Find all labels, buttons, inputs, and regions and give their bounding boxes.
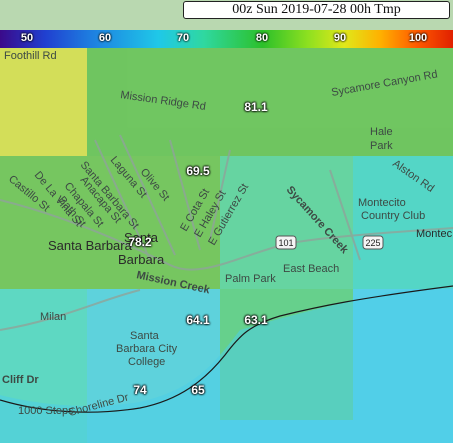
steps-label: 1000 Steps: [18, 405, 74, 417]
palm-park-label: Palm Park: [225, 273, 276, 285]
scale-tick-label: 90: [333, 32, 347, 44]
scale-tick-label: 70: [176, 32, 190, 44]
temperature-value: 81.1: [244, 100, 268, 114]
foothill-rd-label: Foothill Rd: [4, 50, 57, 62]
sbcc-label-1: Santa: [130, 330, 160, 342]
scale-tick-label: 100: [408, 32, 428, 44]
montecito-country-club-label-2: Country Club: [361, 210, 425, 222]
sbcc-label-3: College: [128, 356, 165, 368]
scale-tick-label: 80: [255, 32, 269, 44]
temperature-value: 74: [133, 383, 147, 397]
temperature-value: 64.1: [186, 313, 210, 327]
temperature-value: 65: [191, 383, 205, 397]
map-title: 00z Sun 2019-07-28 00h Tmp: [183, 1, 450, 19]
montecito-country-club-label-1: Montecito: [358, 197, 406, 209]
cliff-dr-label: Cliff Dr: [2, 374, 39, 386]
grid-cell: [0, 48, 87, 156]
highway-225-shield: 225: [362, 235, 384, 250]
temperature-value: 69.5: [186, 164, 210, 178]
milan-label: Milan: [40, 311, 66, 323]
east-beach-label: East Beach: [283, 263, 339, 275]
montecito-label: Montec: [416, 228, 453, 240]
highway-101-number: 101: [278, 238, 293, 248]
temperature-value: 78.2: [128, 235, 152, 249]
temperature-color-scale: 50 60 70 80 90 100: [0, 30, 453, 48]
highway-101-shield: 101: [275, 235, 297, 250]
barbara-label: Barbara: [118, 252, 165, 267]
temperature-value: 63.1: [244, 313, 268, 327]
santa-barbara-label: Santa Barbara: [48, 238, 133, 253]
hale-park-label-2: Park: [370, 140, 393, 152]
scale-tick-label: 50: [20, 32, 34, 44]
hale-park-label-1: Hale: [370, 126, 393, 138]
scale-tick-label: 60: [98, 32, 112, 44]
highway-225-number: 225: [365, 238, 380, 248]
sbcc-label-2: Barbara City: [116, 343, 178, 355]
temperature-map[interactable]: Foothill Rd Mission Ridge Rd Sycamore Ca…: [0, 0, 453, 443]
